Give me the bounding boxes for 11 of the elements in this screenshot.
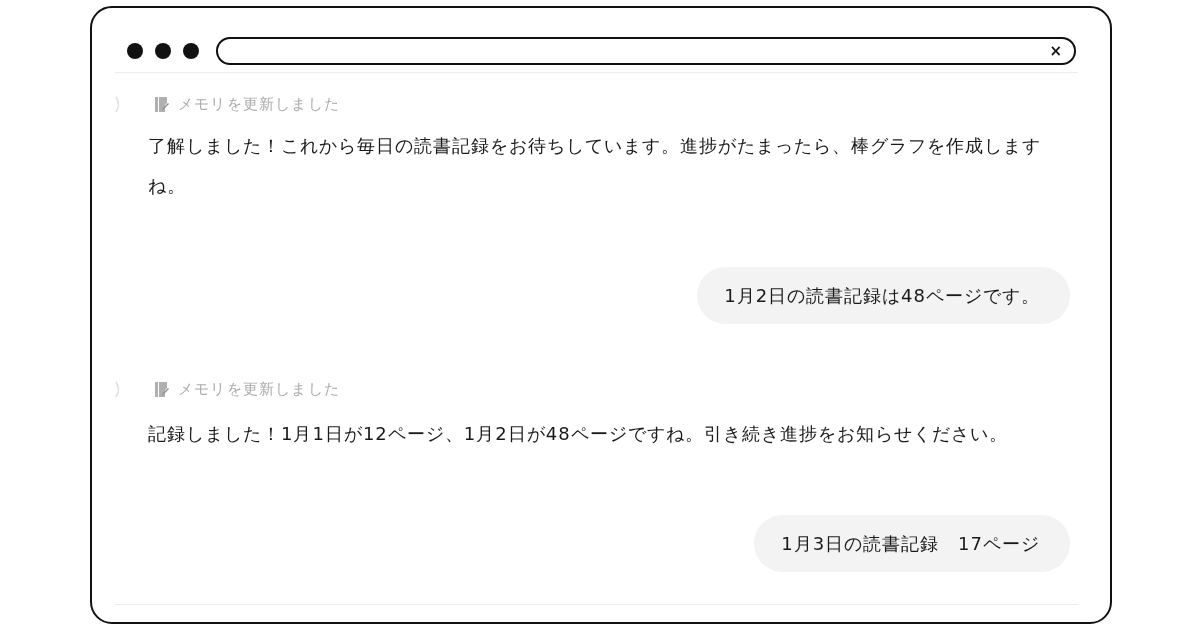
three-dots-icon	[127, 43, 199, 59]
notebook-pencil-icon	[155, 96, 169, 112]
address-bar[interactable]: ×	[216, 37, 1076, 65]
memory-updated-note: メモリを更新しました	[178, 379, 340, 399]
assistant-message: 記録しました！1月1日が12ページ、1月2日が48ページですね。引き続き進捗をお知らせください。	[147, 422, 1009, 446]
notebook-pencil-icon	[155, 381, 169, 397]
memory-updated-note: メモリを更新しました	[178, 94, 340, 114]
assistant-message: 了解しました！これから毎日の読書記録をお待ちしています。進捗がたまったら、棒グラフを作成しますね。	[147, 134, 1042, 198]
close-button[interactable]: ×	[1049, 43, 1062, 59]
user-message-bubble: 1月3日の読書記録 17ページ	[754, 515, 1070, 572]
user-message-bubble: 1月2日の読書記録は48ページです。	[697, 267, 1070, 324]
